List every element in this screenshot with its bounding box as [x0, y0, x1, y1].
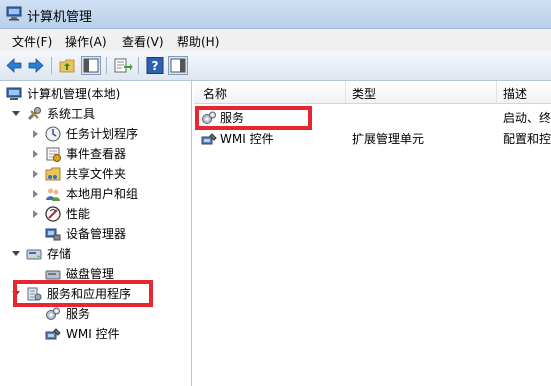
- column-header-name[interactable]: 名称: [203, 85, 227, 102]
- column-header-description[interactable]: 描述: [503, 85, 527, 102]
- toolbar: ?: [0, 51, 551, 81]
- event-viewer-icon: [46, 147, 61, 162]
- tree-item-label: 事件查看器: [66, 147, 127, 161]
- expand-arrow-icon[interactable]: [33, 190, 38, 198]
- services-gear-icon: [46, 307, 60, 320]
- menu-bar: 文件(F) 操作(A) 查看(V) 帮助(H): [0, 29, 551, 51]
- tree-item-label: 服务: [66, 307, 91, 321]
- clock-icon: [45, 126, 61, 142]
- list-item-type: 扩展管理单元: [352, 132, 425, 146]
- window-title: 计算机管理: [27, 10, 93, 25]
- back-arrow-icon[interactable]: [4, 56, 24, 75]
- up-folder-icon[interactable]: [58, 56, 78, 75]
- storage-icon: [26, 249, 42, 260]
- tree-item-performance[interactable]: 性能: [0, 204, 191, 224]
- expand-arrow-icon[interactable]: [33, 130, 38, 138]
- tree-item-task-scheduler[interactable]: 任务计划程序: [0, 124, 191, 144]
- menu-view[interactable]: 查看(V): [122, 33, 164, 50]
- svg-text:?: ?: [152, 59, 159, 73]
- tree-item-label: 本地用户和组: [66, 187, 139, 201]
- tree-item-label: 设备管理器: [66, 227, 127, 241]
- shared-folder-icon: [45, 167, 61, 181]
- highlight-box-services-applications: [13, 280, 153, 307]
- list-item-description: 启动、终: [503, 111, 551, 125]
- expand-arrow-icon[interactable]: [33, 210, 38, 218]
- export-list-icon[interactable]: [113, 56, 133, 75]
- list-item-name: WMI 控件: [220, 132, 274, 146]
- help-icon[interactable]: ?: [145, 56, 165, 75]
- tree-item-label: 系统工具: [47, 107, 96, 121]
- menu-action[interactable]: 操作(A): [65, 33, 107, 50]
- column-header-type[interactable]: 类型: [352, 85, 376, 102]
- tree-item-label: 任务计划程序: [66, 127, 139, 141]
- tree-item-label: WMI 控件: [66, 327, 120, 341]
- tree-item-wmi-control[interactable]: WMI 控件: [0, 324, 191, 344]
- title-bar: 计算机管理: [0, 0, 551, 29]
- wmi-control-icon: [201, 133, 217, 145]
- expand-arrow-icon[interactable]: [12, 111, 20, 116]
- users-icon: [46, 188, 60, 201]
- tree-item-storage[interactable]: 存储: [0, 244, 191, 264]
- tree-item-label: 共享文件夹: [66, 167, 127, 181]
- computer-management-icon: [6, 87, 22, 100]
- tree-item-label: 存储: [47, 247, 72, 261]
- forward-arrow-icon[interactable]: [26, 56, 46, 75]
- toolbar-separator: [138, 57, 139, 74]
- list-item[interactable]: WMI 控件 扩展管理单元 配置和控: [194, 129, 551, 149]
- tree-item-label: 性能: [66, 207, 91, 221]
- menu-help[interactable]: 帮助(H): [177, 33, 219, 50]
- toolbar-separator: [51, 57, 52, 74]
- expand-arrow-icon[interactable]: [33, 170, 38, 178]
- computer-management-icon: [6, 6, 22, 21]
- tree-item-shared-folders[interactable]: 共享文件夹: [0, 164, 191, 184]
- performance-icon: [45, 206, 61, 222]
- highlight-box-services: [195, 106, 312, 130]
- expand-arrow-icon[interactable]: [12, 251, 20, 256]
- tree-item-event-viewer[interactable]: 事件查看器: [0, 144, 191, 164]
- device-manager-icon: [45, 228, 61, 241]
- tree-item-device-manager[interactable]: 设备管理器: [0, 224, 191, 244]
- tree-item-services[interactable]: 服务: [0, 304, 191, 324]
- tree-item-root[interactable]: 计算机管理(本地): [0, 84, 191, 104]
- console-tree: 计算机管理(本地) 系统工具 任务计划程序 事件查看器 共享文件夹 本地用户和组…: [0, 81, 192, 386]
- column-separator[interactable]: [345, 81, 346, 103]
- tree-item-system-tools[interactable]: 系统工具: [0, 104, 191, 124]
- list-header: 名称 类型 描述: [194, 81, 551, 104]
- list-item-description: 配置和控: [503, 132, 551, 146]
- show-hide-action-pane-icon[interactable]: [168, 56, 188, 75]
- show-hide-tree-icon[interactable]: [81, 56, 101, 75]
- tree-item-label: 计算机管理(本地): [27, 87, 121, 101]
- wmi-control-icon: [45, 328, 61, 340]
- column-separator[interactable]: [496, 81, 497, 103]
- tools-icon: [27, 107, 41, 121]
- expand-arrow-icon[interactable]: [33, 150, 38, 158]
- menu-file[interactable]: 文件(F): [12, 33, 52, 50]
- toolbar-separator: [106, 57, 107, 74]
- tree-item-local-users-groups[interactable]: 本地用户和组: [0, 184, 191, 204]
